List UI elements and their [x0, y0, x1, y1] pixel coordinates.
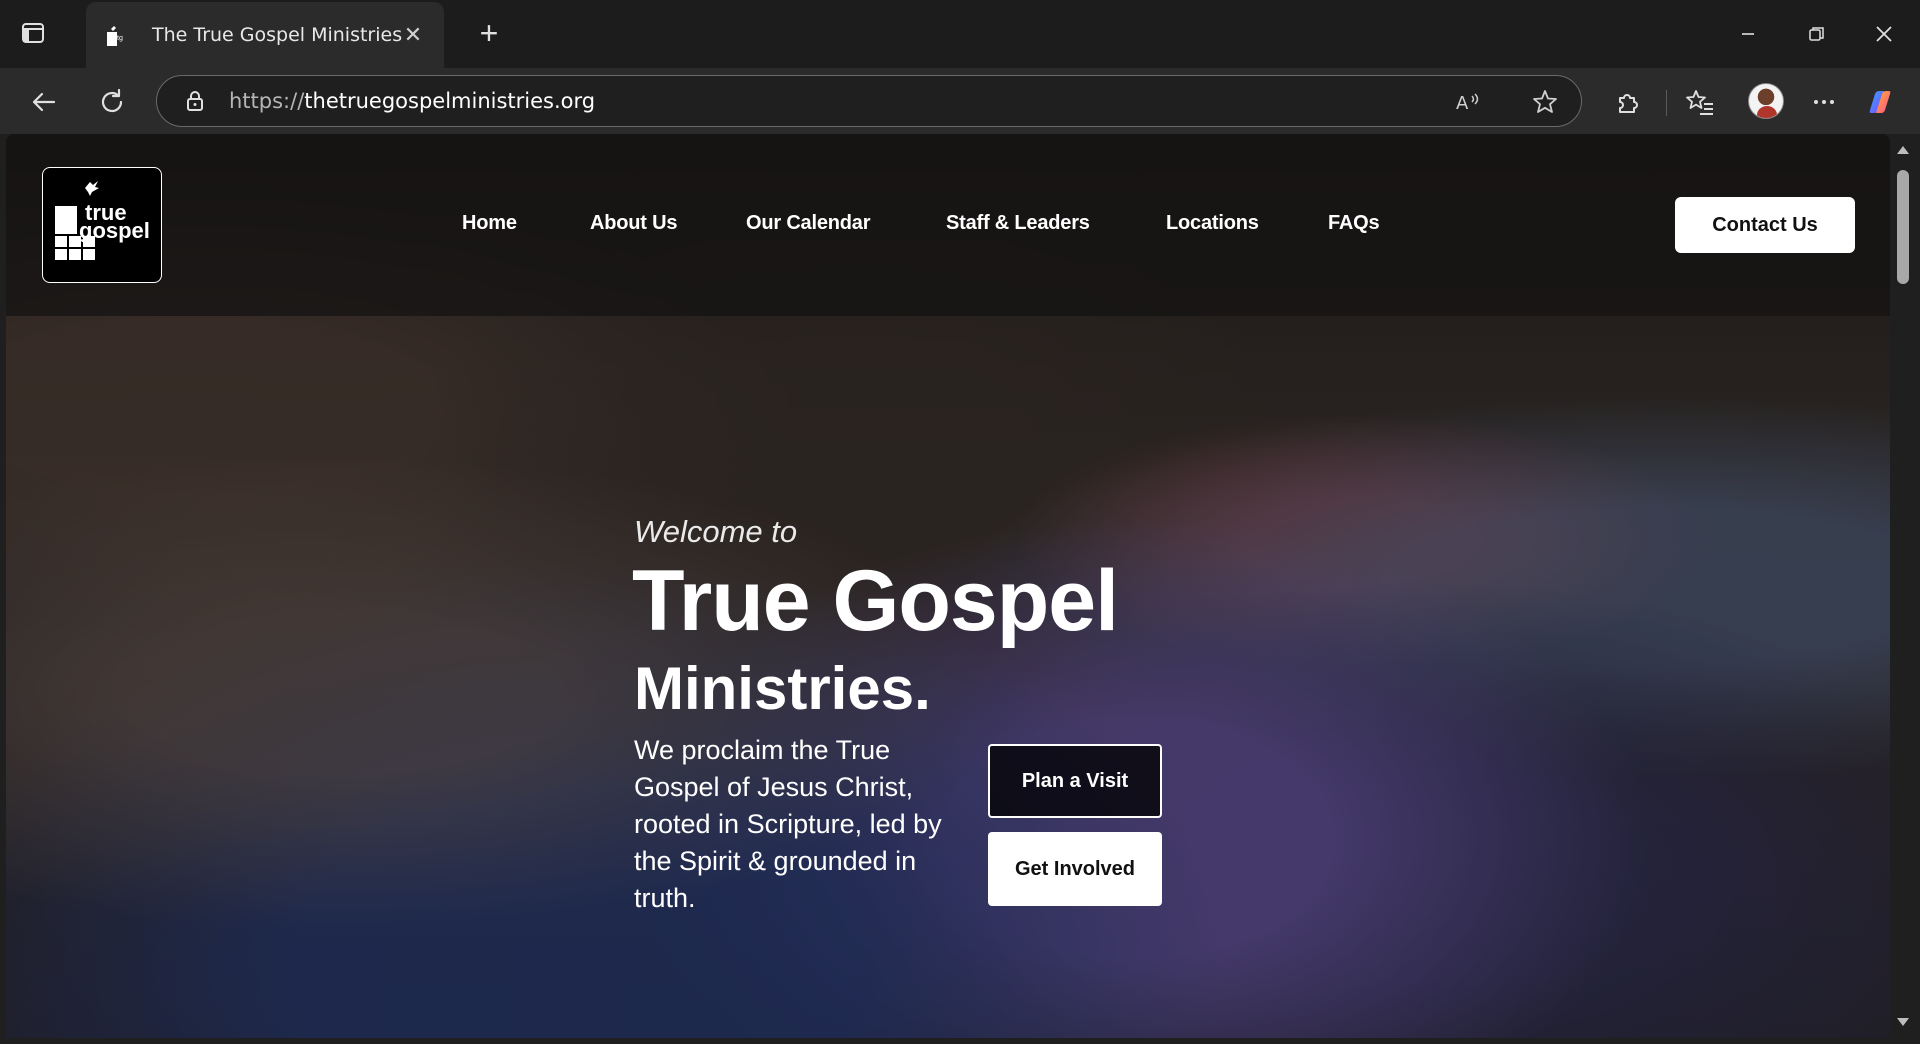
nav-our-calendar[interactable]: Our Calendar — [746, 212, 871, 235]
scroll-thumb[interactable] — [1897, 170, 1909, 284]
nav-home[interactable]: Home — [462, 212, 517, 235]
read-aloud-icon[interactable]: A — [1453, 88, 1481, 116]
active-tab[interactable]: tg The True Gospel Ministries ✕ — [86, 2, 444, 68]
hero-title-line2: Ministries. — [634, 655, 931, 722]
restore-icon[interactable] — [1796, 16, 1836, 52]
svg-text:A: A — [1456, 93, 1469, 114]
web-viewport: true gospel Home About Us Our Calendar S… — [6, 134, 1890, 1038]
get-involved-button[interactable]: Get Involved — [988, 832, 1162, 906]
close-icon[interactable] — [1864, 16, 1904, 52]
tab-close-icon[interactable]: ✕ — [400, 22, 426, 48]
svg-text:tg: tg — [117, 35, 123, 42]
url-text: https://thetruegospelministries.org — [229, 89, 595, 113]
tab-actions-icon[interactable] — [20, 20, 58, 50]
url-host: thetruegospelministries.org — [304, 89, 596, 113]
scroll-up-arrow-icon[interactable] — [1897, 146, 1909, 154]
favorites-icon[interactable] — [1684, 86, 1716, 118]
site-header: true gospel Home About Us Our Calendar S… — [6, 134, 1890, 316]
url-protocol: https:// — [229, 89, 305, 113]
lock-icon[interactable] — [183, 89, 207, 113]
contact-us-button[interactable]: Contact Us — [1675, 197, 1855, 253]
nav-locations[interactable]: Locations — [1166, 212, 1259, 235]
page-scrollbar[interactable] — [1890, 134, 1916, 1038]
minimize-icon[interactable] — [1728, 16, 1768, 52]
tab-title: The True Gospel Ministries — [152, 24, 403, 46]
scroll-down-arrow-icon[interactable] — [1897, 1018, 1909, 1026]
hero-welcome: Welcome to — [634, 514, 798, 549]
site-logo[interactable]: true gospel — [42, 167, 162, 283]
nav-about-us[interactable]: About Us — [590, 212, 677, 235]
address-bar[interactable]: https://thetruegospelministries.org A — [156, 75, 1582, 127]
nav-staff-leaders[interactable]: Staff & Leaders — [946, 212, 1090, 235]
copilot-icon[interactable] — [1864, 86, 1896, 118]
hero-description: We proclaim the True Gospel of Jesus Chr… — [634, 735, 942, 913]
reload-icon[interactable] — [96, 86, 128, 118]
extensions-icon[interactable] — [1612, 86, 1644, 118]
tab-strip: tg The True Gospel Ministries ✕ + — [0, 0, 1920, 68]
logo-text-gospel: gospel — [79, 218, 150, 243]
plan-a-visit-button[interactable]: Plan a Visit — [988, 744, 1162, 818]
site-favicon-icon: tg — [104, 24, 128, 48]
nav-faqs[interactable]: FAQs — [1328, 212, 1380, 235]
toolbar-divider — [1666, 90, 1667, 116]
new-tab-button[interactable]: + — [472, 17, 506, 52]
back-arrow-icon[interactable] — [28, 86, 60, 118]
star-icon[interactable] — [1531, 88, 1559, 116]
profile-avatar[interactable] — [1748, 83, 1784, 119]
more-icon[interactable] — [1808, 86, 1840, 118]
hero-title-line1: True Gospel — [632, 553, 1119, 649]
